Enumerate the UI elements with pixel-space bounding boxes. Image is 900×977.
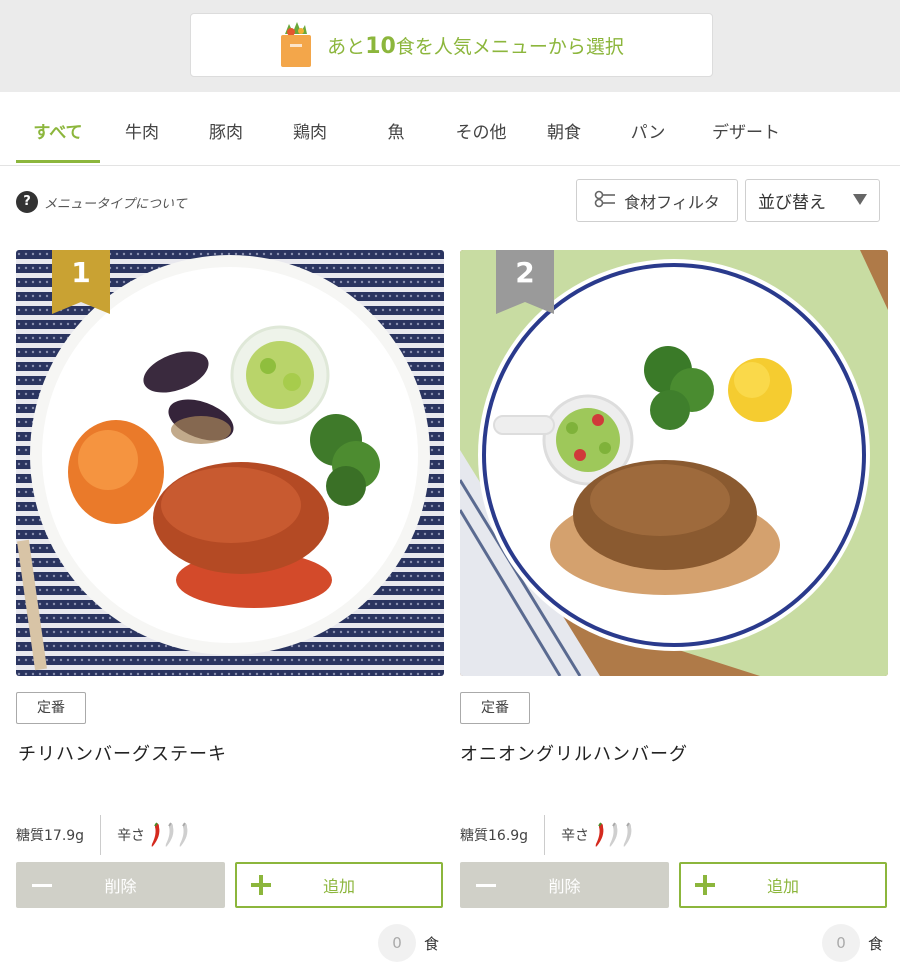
add-button[interactable]: 追加 — [235, 862, 443, 908]
count-unit: 食 — [868, 934, 884, 953]
dish-name[interactable]: チリハンバーグステーキ — [18, 740, 227, 766]
remove-button[interactable]: 削除 — [460, 862, 669, 908]
tab-dessert[interactable]: デザート — [696, 92, 796, 166]
chili-icon — [595, 822, 604, 847]
spicy-level-indicator — [151, 822, 191, 848]
tab-beef[interactable]: 牛肉 — [108, 92, 176, 166]
carbs-value: 糖質17.9g — [16, 828, 85, 844]
active-tab-indicator — [16, 160, 100, 163]
tab-pork[interactable]: 豚肉 — [192, 92, 260, 166]
menu-type-tag: 定番 — [460, 692, 530, 724]
spicy-level-indicator — [595, 822, 635, 848]
spicy-label: 辛さ — [561, 828, 590, 844]
spicy-label: 辛さ — [117, 828, 146, 844]
add-button[interactable]: 追加 — [679, 862, 887, 908]
selected-count: 0 食 — [378, 924, 439, 962]
chili-icon — [151, 822, 160, 847]
tab-breakfast[interactable]: 朝食 — [530, 92, 598, 166]
rank-badge: 2 — [496, 250, 554, 314]
nutrition-info: 糖質17.9g 辛さ — [16, 815, 191, 855]
tab-other[interactable]: その他 — [440, 92, 522, 166]
tab-bread[interactable]: パン — [614, 92, 682, 166]
ingredient-filter-button[interactable]: 食材フィルタ — [576, 179, 738, 222]
add-label: 追加 — [322, 877, 355, 896]
sort-label: 並び替え — [758, 193, 826, 213]
select-banner-text: あと10食を人気メニューから選択 — [327, 33, 624, 59]
menu-type-tag: 定番 — [16, 692, 86, 724]
remove-button[interactable]: 削除 — [16, 862, 225, 908]
chili-icon — [623, 822, 632, 847]
menu-card: 2 定番 オニオングリルハンバーグ 糖質16.9g 辛さ 削除 追加 0 食 — [460, 250, 888, 962]
chili-icon — [609, 822, 618, 847]
select-popular-menu-button[interactable]: あと10食を人気メニューから選択 — [190, 13, 713, 77]
question-icon: ? — [16, 191, 38, 213]
remove-label: 削除 — [104, 877, 137, 896]
divider — [544, 815, 546, 855]
count-value: 0 — [822, 924, 860, 962]
nutrition-info: 糖質16.9g 辛さ — [460, 815, 635, 855]
menu-type-help-text: メニュータイプについて — [44, 196, 187, 212]
sort-select[interactable]: 並び替え — [745, 179, 880, 222]
ingredient-filter-label: 食材フィルタ — [624, 192, 720, 212]
carbs-value: 糖質16.9g — [460, 828, 529, 844]
dish-name[interactable]: オニオングリルハンバーグ — [460, 740, 688, 766]
chevron-down-icon — [853, 194, 867, 205]
tab-all[interactable]: すべて — [16, 92, 100, 166]
add-label: 追加 — [766, 877, 799, 896]
rank-badge: 1 — [52, 250, 110, 314]
divider — [100, 815, 102, 855]
menu-type-help-link[interactable]: ? メニュータイプについて — [16, 191, 187, 213]
category-tabs: すべて 牛肉 豚肉 鶏肉 魚 その他 朝食 パン デザート — [0, 92, 900, 166]
chili-icon — [179, 822, 188, 847]
count-value: 0 — [378, 924, 416, 962]
bag-icon — [279, 22, 313, 68]
remove-label: 削除 — [548, 877, 581, 896]
chili-icon — [165, 822, 174, 847]
selected-count: 0 食 — [822, 924, 883, 962]
filter-icon — [594, 190, 616, 212]
tab-chicken[interactable]: 鶏肉 — [276, 92, 344, 166]
menu-card: 1 定番 チリハンバーグステーキ 糖質17.9g 辛さ 削除 追加 0 食 — [16, 250, 444, 962]
top-banner: あと10食を人気メニューから選択 — [0, 0, 900, 92]
count-unit: 食 — [424, 934, 440, 953]
tab-fish[interactable]: 魚 — [362, 92, 430, 166]
